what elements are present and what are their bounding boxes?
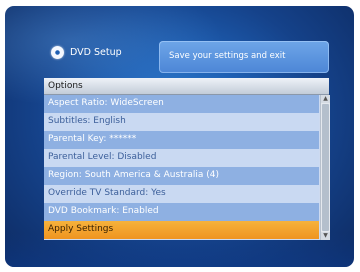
- option-subtitles[interactable]: Subtitles: English: [44, 113, 319, 131]
- screen-background: DVD Setup Save your settings and exit Op…: [5, 6, 354, 267]
- hint-text: Save your settings and exit: [169, 51, 286, 61]
- option-label: DVD Bookmark: Enabled: [48, 206, 159, 216]
- option-parental-key[interactable]: Parental Key: ******: [44, 131, 319, 149]
- option-region[interactable]: Region: South America & Australia (4): [44, 167, 319, 185]
- option-label: Apply Settings: [48, 224, 114, 234]
- options-list: Aspect Ratio: WideScreen Subtitles: Engl…: [44, 95, 319, 239]
- option-label: Subtitles: English: [48, 116, 126, 126]
- apply-settings-button[interactable]: Apply Settings: [44, 221, 319, 239]
- option-parental-level[interactable]: Parental Level: Disabled: [44, 149, 319, 167]
- scroll-down-icon[interactable]: ▼: [321, 232, 330, 240]
- option-dvd-bookmark[interactable]: DVD Bookmark: Enabled: [44, 203, 319, 221]
- scroll-thumb[interactable]: [322, 104, 329, 231]
- options-header: Options: [44, 78, 329, 95]
- option-override-tv-standard[interactable]: Override TV Standard: Yes: [44, 185, 319, 203]
- page-header: DVD Setup: [51, 46, 122, 59]
- page-title: DVD Setup: [70, 47, 122, 58]
- option-label: Region: South America & Australia (4): [48, 170, 220, 180]
- options-title: Options: [48, 81, 83, 91]
- options-scrollbar[interactable]: ▲ ▼: [320, 95, 330, 240]
- option-label: Override TV Standard: Yes: [48, 188, 166, 198]
- options-panel: Options Aspect Ratio: WideScreen Subtitl…: [44, 78, 330, 240]
- hint-box: Save your settings and exit: [159, 41, 329, 73]
- option-label: Parental Level: Disabled: [48, 152, 157, 162]
- option-aspect-ratio[interactable]: Aspect Ratio: WideScreen: [44, 95, 319, 113]
- scroll-up-icon[interactable]: ▲: [321, 95, 330, 103]
- option-label: Parental Key: ******: [48, 134, 137, 144]
- option-label: Aspect Ratio: WideScreen: [48, 98, 164, 108]
- disc-icon: [51, 46, 64, 59]
